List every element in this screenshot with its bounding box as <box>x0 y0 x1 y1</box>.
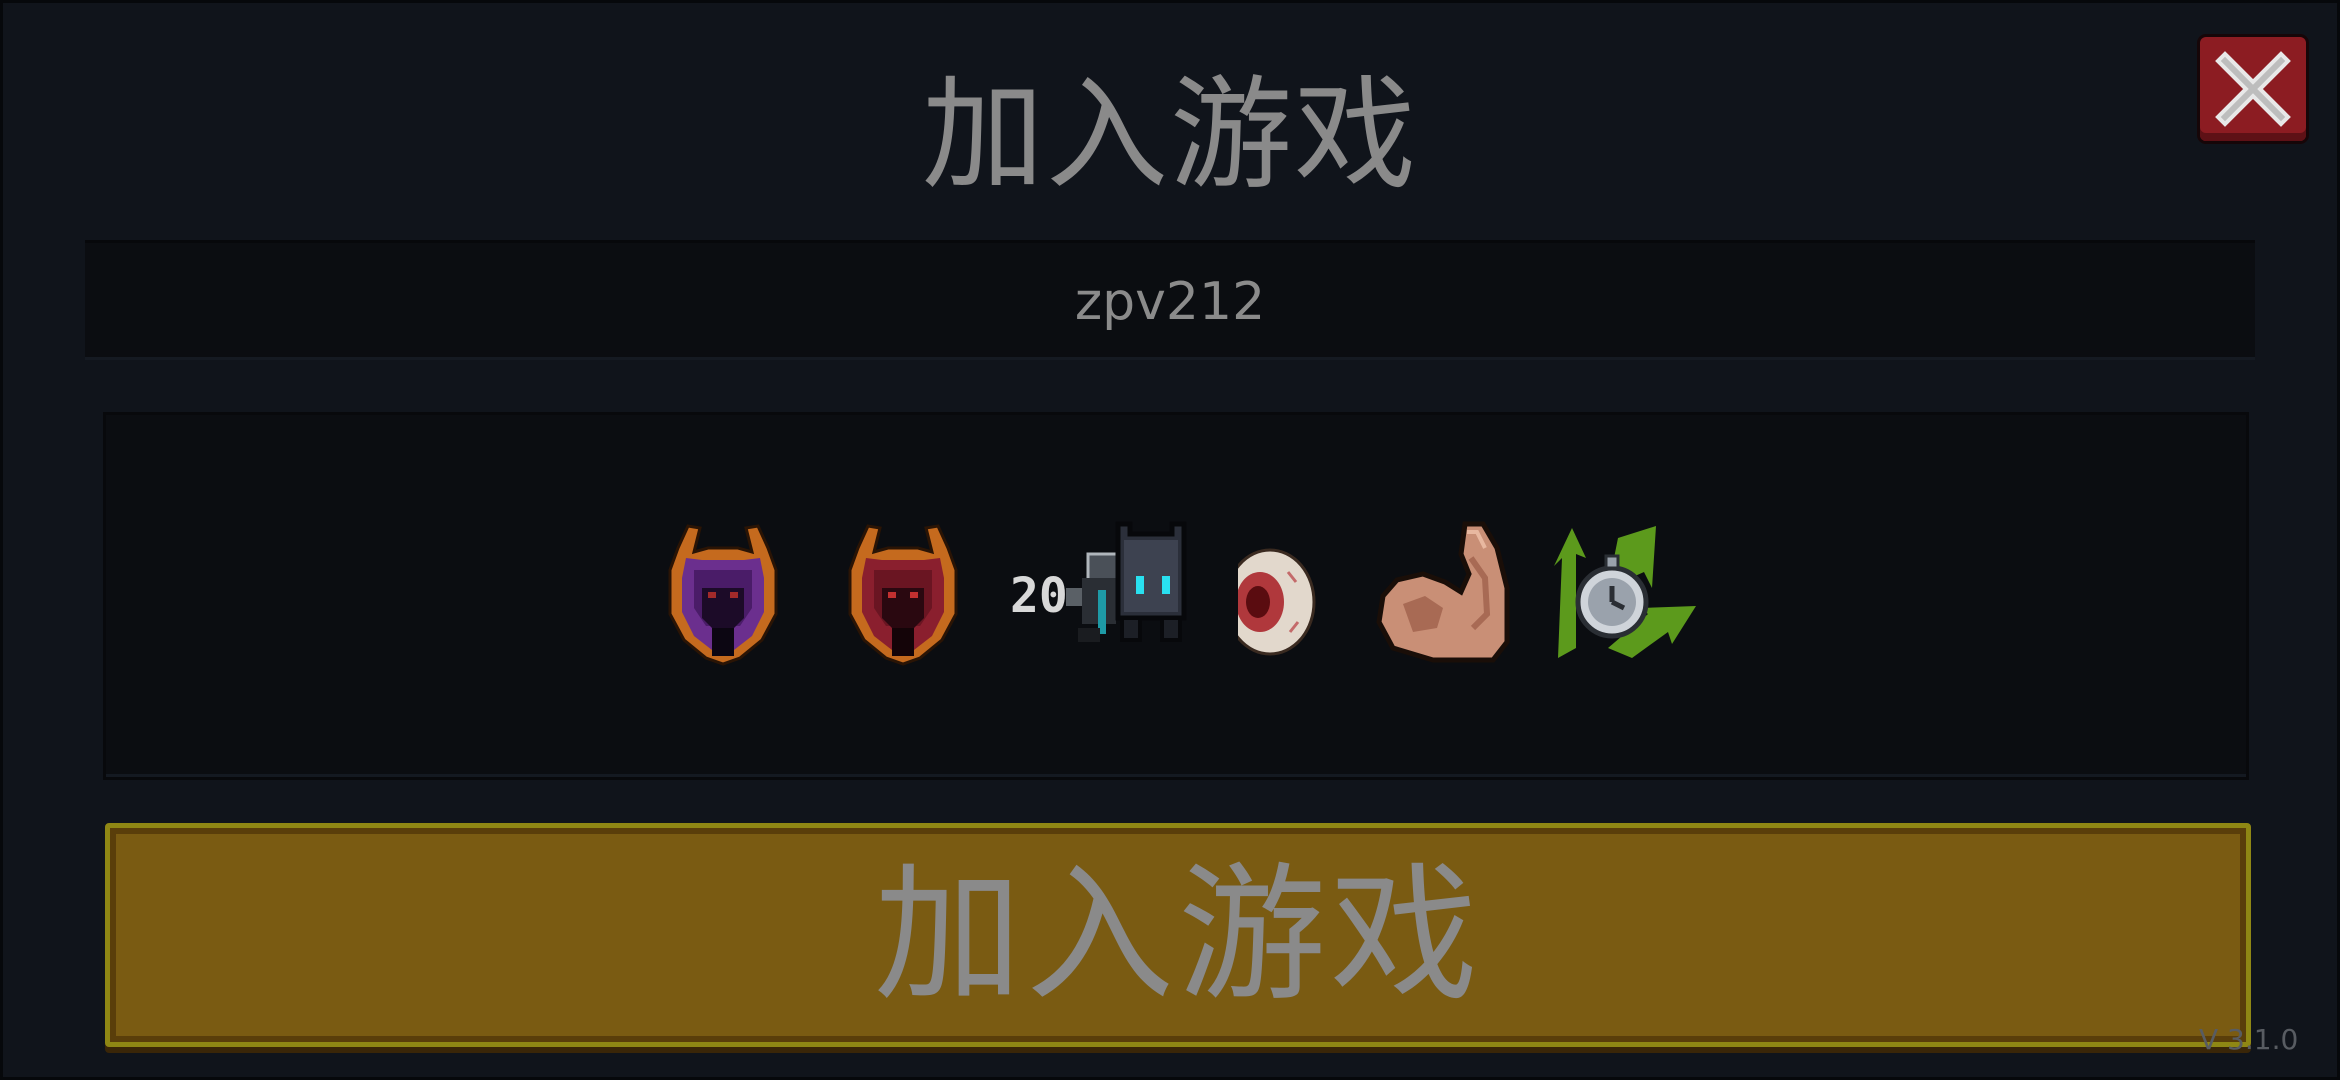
eyeball-icon <box>1238 548 1316 656</box>
purple-helmet-icon <box>668 524 778 666</box>
room-code-input[interactable]: zpv212 <box>85 240 2255 360</box>
red-helmet-icon <box>848 524 958 666</box>
version-label: V 3.1.0 <box>2199 1023 2299 1056</box>
close-button[interactable] <box>2200 37 2306 141</box>
dialog-title: 加入游戏 <box>922 64 1418 206</box>
stopwatch-icon <box>1554 526 1696 658</box>
join-game-button[interactable]: 加入游戏 <box>105 823 2251 1047</box>
room-code-value: zpv212 <box>1074 271 1266 332</box>
join-game-button-label: 加入游戏 <box>874 849 1482 1021</box>
muscle-arm-icon <box>1376 521 1510 663</box>
buff-icons-row: 20 <box>648 518 1698 678</box>
close-icon <box>2215 51 2291 127</box>
join-game-dialog: 加入游戏 zpv212 20 加入游戏 V 3.1.0 <box>0 0 2340 1080</box>
pet-cat-icon <box>1066 521 1187 642</box>
